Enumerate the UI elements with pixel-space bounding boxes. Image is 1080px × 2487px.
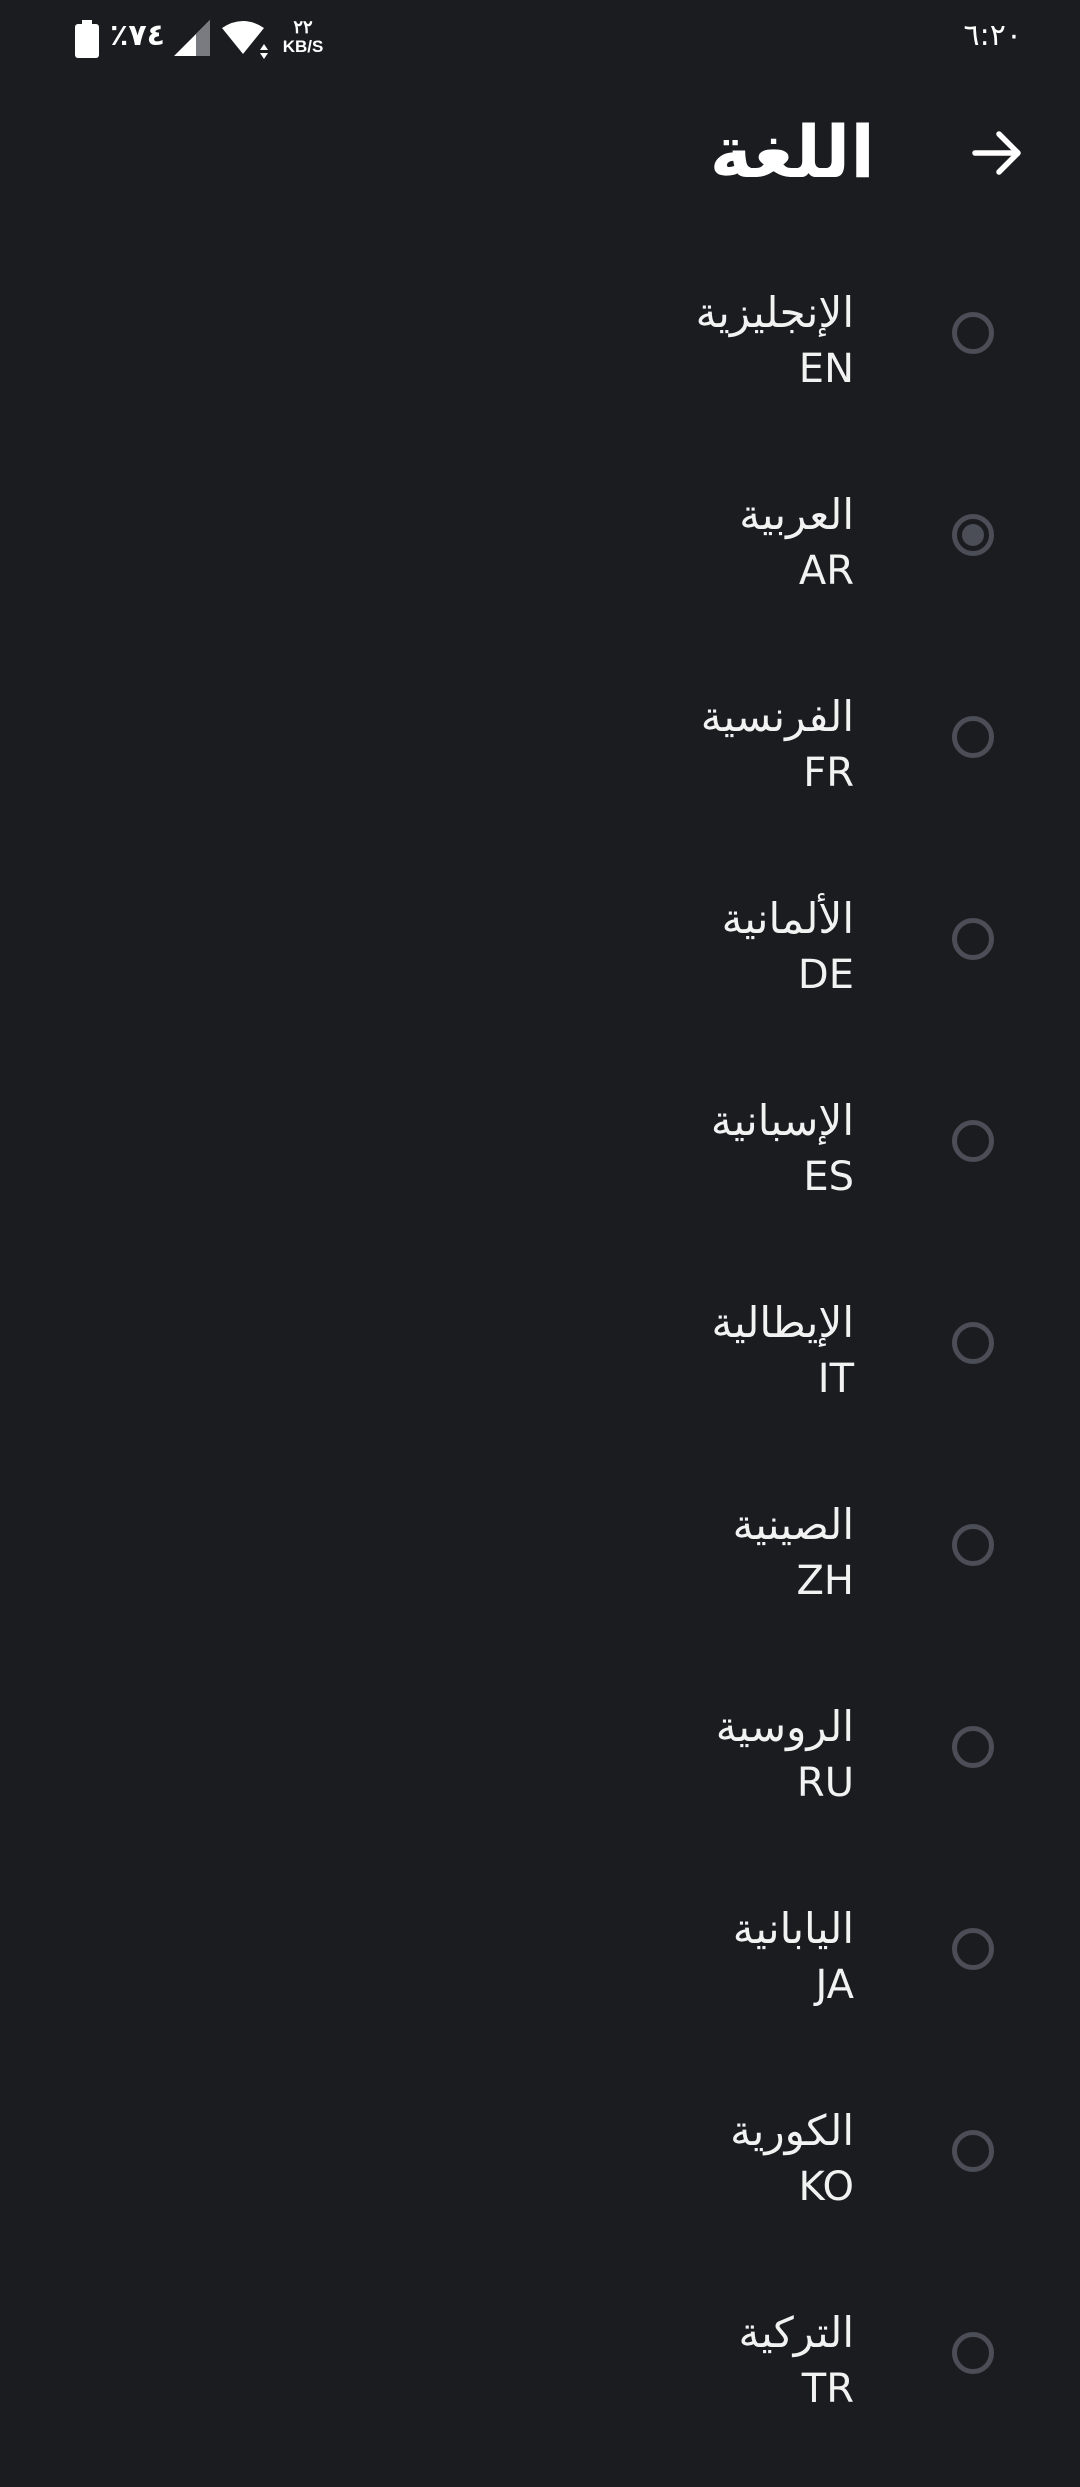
back-button[interactable] [964,122,1030,188]
language-radio[interactable] [952,1524,994,1566]
language-item-en[interactable]: الإنجليزية EN [0,265,1080,467]
signal-icon [174,20,212,58]
language-code: RU [796,1760,854,1806]
status-bar: ٪٧٤ ٢٢ KB/S ٦:٢٠ [0,0,1080,80]
language-radio[interactable] [952,1726,994,1768]
language-code: AR [798,548,854,594]
language-text: الكورية KO [730,2103,854,2215]
language-text: الروسية RU [716,1699,854,1811]
language-item-tr[interactable]: التركية TR [0,2285,1080,2487]
network-speed: ٢٢ KB/S [280,18,326,55]
language-code: KO [798,2164,854,2210]
language-code: TR [801,2366,854,2412]
language-name: الألمانية [721,894,854,943]
language-radio[interactable] [952,2332,994,2374]
language-name: العربية [739,490,854,539]
language-item-ar[interactable]: العربية AR [0,467,1080,669]
language-code: IT [817,1356,854,1402]
language-text: اليابانية JA [733,1901,854,2013]
language-radio[interactable] [952,1322,994,1364]
language-text: التركية TR [739,2305,855,2417]
language-code: ES [803,1154,854,1200]
status-time: ٦:٢٠ [963,18,1022,53]
language-text: الإنجليزية EN [696,285,854,397]
wifi-icon [220,20,270,60]
language-code: EN [798,346,854,392]
language-text: الإسبانية ES [711,1093,854,1205]
language-item-ko[interactable]: الكورية KO [0,2083,1080,2285]
language-radio[interactable] [952,2130,994,2172]
language-code: ZH [796,1558,854,1604]
language-name: الكورية [730,2106,854,2155]
language-item-es[interactable]: الإسبانية ES [0,1073,1080,1275]
language-list: الإنجليزية EN العربية AR الفرنسية FR الأ… [0,265,1080,2487]
language-item-it[interactable]: الإيطالية IT [0,1275,1080,1477]
language-name: اليابانية [732,1904,854,1953]
language-item-ja[interactable]: اليابانية JA [0,1881,1080,2083]
language-name: الإسبانية [710,1096,854,1145]
network-speed-unit: KB/S [282,37,324,56]
language-item-de[interactable]: الألمانية DE [0,871,1080,1073]
language-text: الصينية ZH [733,1497,854,1609]
language-text: الفرنسية FR [701,689,854,801]
language-item-zh[interactable]: الصينية ZH [0,1477,1080,1679]
language-text: الألمانية DE [722,891,854,1003]
language-name: الصينية [732,1500,854,1549]
language-item-ru[interactable]: الروسية RU [0,1679,1080,1881]
language-name: الإيطالية [711,1298,854,1347]
language-text: الإيطالية IT [711,1295,854,1407]
language-item-fr[interactable]: الفرنسية FR [0,669,1080,871]
language-radio[interactable] [952,1928,994,1970]
language-radio[interactable] [952,918,994,960]
arrow-right-icon [969,125,1025,185]
language-radio[interactable] [952,312,994,354]
language-name: الإنجليزية [695,288,854,337]
language-radio[interactable] [952,716,994,758]
network-speed-value: ٢٢ [293,17,313,37]
language-text: العربية AR [739,487,854,599]
page-title: اللغة [709,110,875,194]
language-radio-selected[interactable] [952,514,994,556]
language-name: الروسية [715,1702,854,1751]
battery-icon [74,20,100,58]
language-name: التركية [738,2308,855,2357]
language-radio[interactable] [952,1120,994,1162]
language-code: JA [815,1962,854,2008]
app-header: اللغة [0,90,1080,230]
language-code: DE [797,952,854,998]
language-code: FR [803,750,854,796]
battery-percent: ٪٧٤ [110,18,165,53]
language-name: الفرنسية [700,692,854,741]
